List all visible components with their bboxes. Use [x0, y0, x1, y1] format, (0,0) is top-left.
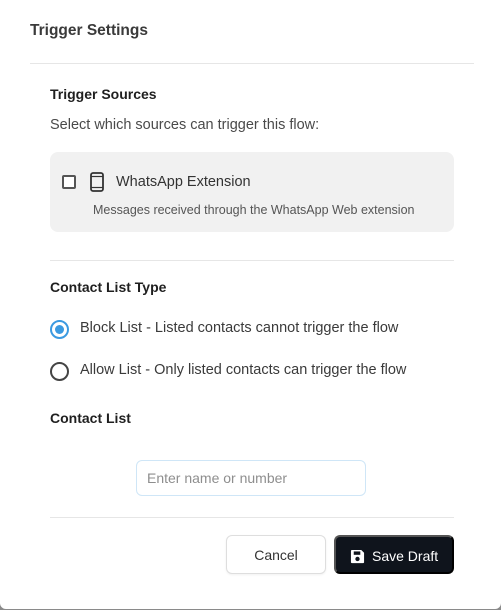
contact-list-type-heading: Contact List Type: [50, 279, 167, 295]
trigger-sources-subtitle: Select which sources can trigger this fl…: [50, 117, 320, 133]
dialog-title: Trigger Settings: [30, 22, 148, 39]
block-list-label: Block List - Listed contacts cannot trig…: [80, 320, 399, 336]
source-card-whatsapp-extension[interactable]: WhatsApp Extension Messages received thr…: [50, 152, 454, 232]
radio-option-block-list[interactable]: Block List - Listed contacts cannot trig…: [50, 319, 470, 341]
contact-search-input[interactable]: [136, 460, 366, 496]
phone-icon: [90, 172, 104, 192]
whatsapp-extension-checkbox[interactable]: [62, 175, 76, 189]
save-draft-button[interactable]: Save Draft: [334, 535, 454, 574]
trigger-sources-heading: Trigger Sources: [50, 86, 157, 102]
title-divider: [30, 63, 474, 64]
block-list-radio[interactable]: [50, 320, 69, 339]
source-label: WhatsApp Extension: [116, 174, 251, 190]
radio-option-allow-list[interactable]: Allow List - Only listed contacts can tr…: [50, 361, 470, 383]
footer-divider: [50, 517, 454, 518]
floppy-disk-icon: [350, 549, 365, 564]
trigger-settings-dialog: Trigger Settings Trigger Sources Select …: [0, 0, 501, 609]
allow-list-label: Allow List - Only listed contacts can tr…: [80, 362, 407, 378]
source-description: Messages received through the WhatsApp W…: [93, 203, 415, 217]
cancel-button[interactable]: Cancel: [226, 535, 326, 574]
save-draft-label: Save Draft: [372, 548, 439, 564]
contact-list-heading: Contact List: [50, 410, 131, 426]
allow-list-radio[interactable]: [50, 362, 69, 381]
section-divider: [50, 260, 454, 261]
